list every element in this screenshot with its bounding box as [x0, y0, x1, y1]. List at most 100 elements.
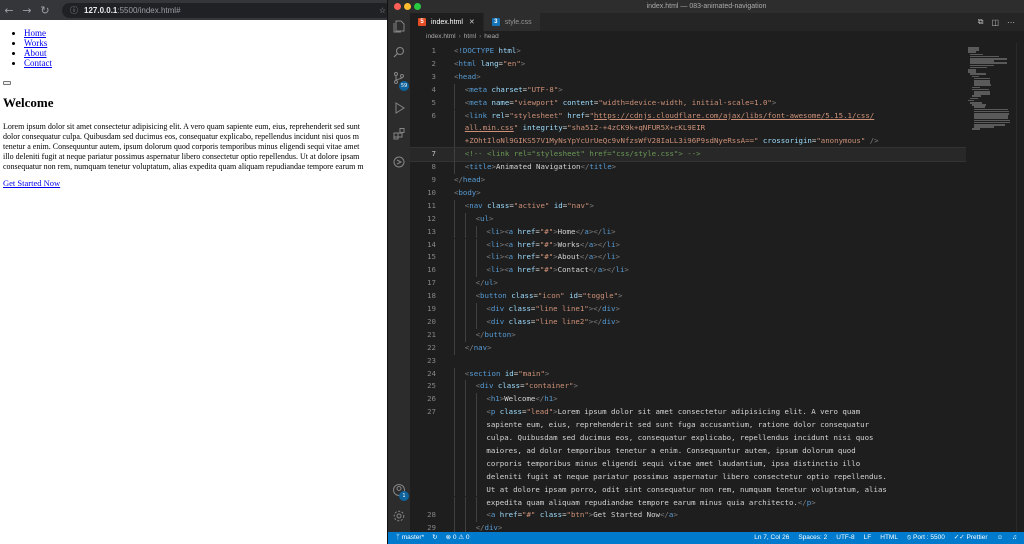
line-number: 27	[427, 407, 436, 417]
minimize-window-icon[interactable]	[404, 3, 411, 10]
encoding[interactable]: UTF-8	[836, 532, 854, 544]
code-line[interactable]: 9 </head>	[410, 174, 966, 187]
branch-indicator[interactable]: ᛉ master*	[396, 532, 424, 544]
code-line[interactable]: 26 <h1>Welcome</h1>	[410, 393, 966, 407]
minimap[interactable]	[966, 43, 1016, 532]
code-line[interactable]: 1 <!DOCTYPE html>	[410, 45, 966, 58]
code-line[interactable]: Ut at dolore ipsam porro, odit sint cons…	[410, 483, 966, 497]
code-line[interactable]: 24 <section id="main">	[410, 367, 966, 381]
code-line[interactable]: 2 <html lang="en">	[410, 58, 966, 71]
breadcrumb-item[interactable]: html	[464, 33, 476, 40]
code-line[interactable]: 12 <ul>	[410, 212, 966, 226]
tab-index-html[interactable]: 5 index.html ✕	[410, 13, 484, 31]
code-line[interactable]: 7 <!-- <link rel="stylesheet" href="css/s…	[410, 147, 966, 163]
reload-icon[interactable]: ↻	[36, 4, 54, 17]
code-text: <link rel="stylesheet" href="https://cdn…	[464, 110, 875, 120]
code-line[interactable]: corporis temporibus minus eligendi sequi…	[410, 457, 966, 471]
code-line[interactable]: 10 <body>	[410, 187, 966, 200]
remote-explorer-icon[interactable]	[392, 155, 406, 169]
search-icon[interactable]	[392, 45, 406, 59]
tab-style-css[interactable]: 3 style.css	[483, 13, 541, 31]
back-arrow-icon[interactable]: ←	[0, 4, 18, 17]
cursor-position[interactable]: Ln 7, Col 26	[754, 532, 789, 544]
indent-guide	[464, 432, 466, 445]
code-text: <div class="container">	[475, 381, 578, 391]
get-started-link[interactable]: Get Started Now	[3, 178, 60, 188]
web-page: Home Works About Contact Welcome Lorem i…	[0, 20, 400, 544]
notifications-bell-icon[interactable]: ♫	[1012, 532, 1017, 544]
code-line[interactable]: 19 <div class="line line1"></div>	[410, 303, 966, 316]
indent-guide	[464, 225, 466, 239]
maximize-window-icon[interactable]	[414, 3, 421, 10]
code-text: <!-- <link rel="stylesheet" href="css/st…	[464, 149, 701, 159]
url-host: 127.0.0.1	[84, 5, 118, 15]
indent-guide	[464, 238, 466, 252]
breadcrumb-item[interactable]: index.html	[426, 33, 456, 40]
sync-icon[interactable]: ↻	[432, 532, 437, 544]
language-mode[interactable]: HTML	[880, 532, 898, 544]
editor-scrollbar[interactable]	[1016, 43, 1024, 532]
nav-toggle-button[interactable]	[3, 81, 11, 85]
code-editor[interactable]: 1 <!DOCTYPE html> 2 <html lang="en"> 3 <head>…	[410, 43, 966, 532]
code-line[interactable]: 25 <div class="container">	[410, 380, 966, 394]
code-line[interactable]: 22 </nav>	[410, 341, 966, 355]
indent-guide	[454, 303, 455, 316]
code-line[interactable]: maiores, ad dolor temporibus tenetur a e…	[410, 444, 966, 458]
more-actions-icon[interactable]: ⋯	[1007, 18, 1015, 27]
indent-guide	[475, 509, 477, 523]
code-line[interactable]: 21 </button>	[410, 328, 966, 342]
nav-link-home[interactable]: Home	[24, 28, 46, 38]
code-text: </div>	[475, 523, 503, 532]
feedback-icon[interactable]: ☺	[996, 532, 1003, 544]
indent-guide	[475, 444, 477, 458]
split-editor-icon[interactable]: ◫	[991, 18, 999, 27]
code-line[interactable]: 27 <p class="lead">Lorem ipsum dolor sit …	[410, 406, 966, 420]
close-window-icon[interactable]	[394, 3, 401, 10]
info-icon[interactable]: ⓘ	[70, 5, 78, 16]
code-line[interactable]: 20 <div class="line line2"></div>	[410, 315, 966, 329]
code-line[interactable]: deleniti fugit at neque pariatur possimu…	[410, 470, 966, 484]
code-line[interactable]: culpa. Quibusdam sed ducimus eos, conseq…	[410, 432, 966, 445]
code-line[interactable]: sapiente eum, eius, reprehenderit sed su…	[410, 419, 966, 432]
code-line[interactable]: all.min.css" integrity="sha512-+4zCK9k+q…	[410, 122, 966, 136]
code-line[interactable]: 11 <nav class="active" id="nav">	[410, 199, 966, 213]
code-line[interactable]: 29 </div>	[410, 522, 966, 532]
code-line[interactable]: 16 <li><a href="#">Contact</a></li>	[410, 264, 966, 278]
code-line[interactable]: 14 <li><a href="#">Works</a></li>	[410, 238, 966, 252]
settings-gear-icon[interactable]	[392, 509, 406, 523]
code-line[interactable]: 15 <li><a href="#">About</a></li>	[410, 251, 966, 265]
close-tab-icon[interactable]: ✕	[469, 18, 475, 26]
end-of-line[interactable]: LF	[864, 532, 872, 544]
code-line[interactable]: 18 <button class="icon" id="toggle">	[410, 290, 966, 303]
code-line[interactable]: 28 <a href="#" class="btn">Get Started No…	[410, 509, 966, 523]
prettier-status[interactable]: ✓✓ Prettier	[954, 532, 988, 544]
code-line[interactable]: 5 <meta name="viewport" content="width=de…	[410, 96, 966, 110]
problems-indicator[interactable]: ⊗ 0 ⚠ 0	[446, 532, 470, 544]
line-number: 23	[427, 355, 436, 365]
address-bar[interactable]: ⓘ 127.0.0.1 :5500/index.html# ☆	[62, 2, 392, 18]
breadcrumb-item[interactable]: head	[484, 33, 498, 40]
code-line[interactable]: 13 <li><a href="#">Home</a></li>	[410, 225, 966, 239]
code-line[interactable]: +ZOhtIloNl9GIKS57V1MyNsYpYcUrUeQc9vNfzsW…	[410, 135, 966, 149]
nav-link-about[interactable]: About	[24, 48, 47, 58]
explorer-icon[interactable]	[392, 19, 406, 33]
forward-arrow-icon[interactable]: →	[18, 4, 36, 17]
nav-link-works[interactable]: Works	[24, 38, 47, 48]
code-line[interactable]: 3 <head>	[410, 71, 966, 84]
code-line[interactable]: 23	[410, 355, 966, 368]
indent-guide	[454, 419, 455, 432]
code-line[interactable]: 17 </ul>	[410, 277, 966, 291]
run-debug-icon[interactable]	[392, 101, 406, 115]
nav-link-contact[interactable]: Contact	[24, 58, 52, 68]
live-server-port[interactable]: ⦸ Port : 5500	[907, 532, 945, 544]
code-line[interactable]: 4 <meta charset="UTF-8">	[410, 83, 966, 97]
bookmark-star-icon[interactable]: ☆	[379, 6, 386, 15]
code-text: </button>	[475, 329, 516, 339]
code-line[interactable]: 8 <title>Animated Navigation</title>	[410, 161, 966, 174]
code-text: expedita quam aliquam repudiandae tempor…	[486, 497, 816, 507]
code-line[interactable]: expedita quam aliquam repudiandae tempor…	[410, 496, 966, 510]
code-line[interactable]: 6 <link rel="stylesheet" href="https://cd…	[410, 109, 966, 123]
extensions-icon[interactable]	[392, 127, 406, 141]
indentation[interactable]: Spaces: 2	[798, 532, 827, 544]
compare-changes-icon[interactable]: ⧉	[978, 17, 984, 27]
